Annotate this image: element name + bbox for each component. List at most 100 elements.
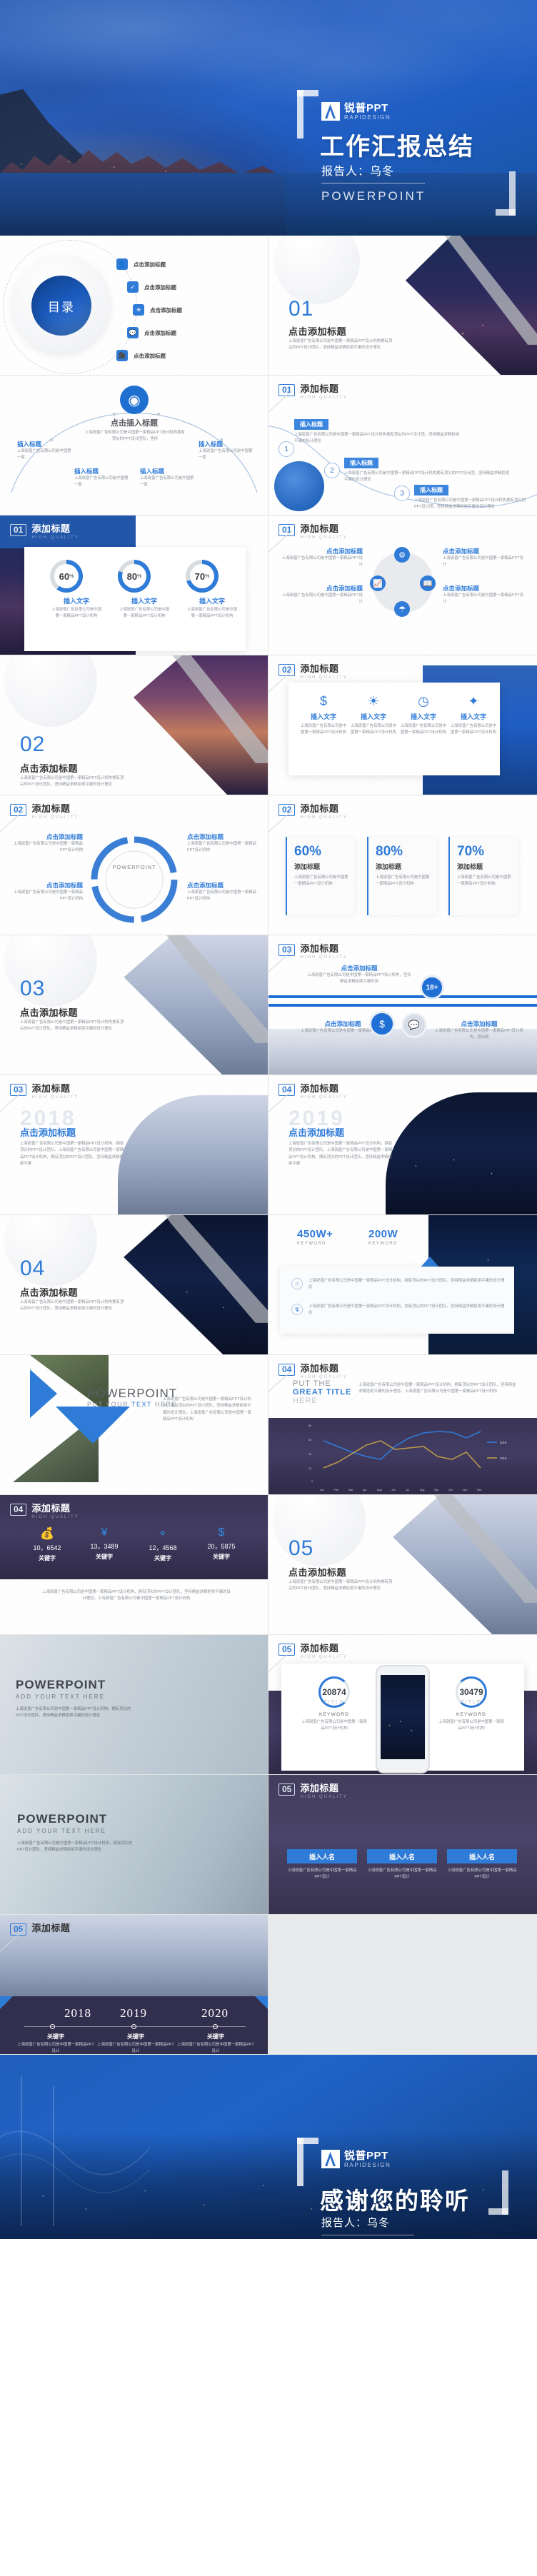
phone-screen-photo bbox=[381, 1675, 425, 1759]
ending-slide[interactable]: 锐普PPT RAPIDESIGN 感谢您的聆听 报告人：乌冬 POWERPOIN… bbox=[0, 2055, 537, 2239]
timeline-item-1[interactable]: 点击添加标题 上海锐普广告有限公司是中国第一家精品PPT设计机构，坚持精益求精拒… bbox=[306, 964, 413, 986]
svg-text:Okt: Okt bbox=[448, 1489, 453, 1491]
slide-numbered-list[interactable]: 01 添加标题 HIGH QUALITY 1 2 3 插入标题 上海锐普广告有限… bbox=[268, 376, 537, 515]
slide-year-2018[interactable]: 03 添加标题 HIGH QUALITY 2018 点击添加标题 上海锐普广告有… bbox=[0, 1075, 268, 1215]
percent-card-3[interactable]: 70% 添加标题 上海锐普广告有限公司是中国第一家精品PPT设计机构 bbox=[448, 837, 518, 915]
kpi-bullet-2[interactable]: ↯ 上海锐普广告有限公司是中国第一家精品PPT设计机构，拥有顶尖的PPT设计团队… bbox=[291, 1304, 506, 1317]
slide-arc-diagram[interactable]: ◉ 点击插入标题 上海锐普广告有限公司是中国第一家精品PPT设计机构拥有顶尖的P… bbox=[0, 376, 268, 515]
slide-ring-diagram[interactable]: 02 添加标题 HIGH QUALITY POWERPOINT 点击添加标题 上… bbox=[0, 795, 268, 935]
slide-persons[interactable]: 05 添加标题 HIGH QUALITY 插入人名 插入人名 插入人名 上海锐普… bbox=[268, 1775, 537, 1915]
slide-header: 04 添加标题 HIGH QUALITY bbox=[268, 1364, 348, 1396]
slide-section-03[interactable]: 03 点击添加标题 上海锐普广告有限公司是中国第一家精品PPT设计机构拥有顶尖的… bbox=[0, 935, 268, 1075]
toc-item-3[interactable]: ☀ 点击添加标题 bbox=[133, 304, 182, 316]
ring-node-4[interactable]: 点击添加标题 上海锐普广告有限公司是中国第一家精品PPT设计机构 bbox=[187, 881, 259, 903]
slide-header: 02 添加标题 HIGH QUALITY bbox=[268, 804, 348, 836]
ring-node-3[interactable]: 点击添加标题 上海锐普广告有限公司是中国第一家精品PPT设计机构 bbox=[187, 832, 259, 855]
card-body: 上海锐普广告有限公司是中国第一家精品PPT设计机构 bbox=[457, 875, 511, 887]
svg-text:Mar: Mar bbox=[348, 1489, 353, 1491]
percent-card-2[interactable]: 80% 添加标题 上海锐普广告有限公司是中国第一家精品PPT设计机构 bbox=[367, 837, 437, 915]
arc-node-1[interactable]: 插入标题 上海锐普广告有限公司是中国第一家 bbox=[17, 440, 71, 462]
timeline-item-3[interactable]: 点击添加标题 上海锐普广告有限公司是中国第一家精品PPT设计机构，坚持精 bbox=[431, 1020, 527, 1042]
section-title: 点击添加标题 bbox=[20, 763, 79, 774]
slide-section-05[interactable]: 05 点击添加标题 上海锐普广告有限公司是中国第一家精品PPT设计机构拥有顶尖的… bbox=[268, 1495, 537, 1635]
card-value: 70% bbox=[457, 844, 485, 859]
percent-card-1[interactable]: 60% 添加标题 上海锐普广告有限公司是中国第一家精品PPT设计机构 bbox=[286, 837, 356, 915]
toc-item-4[interactable]: 💬 点击添加标题 bbox=[127, 327, 176, 338]
slide-line-chart[interactable]: 04 添加标题 HIGH QUALITY PUT THE GREAT TITLE… bbox=[268, 1355, 537, 1495]
slide-kpi[interactable]: 450W+ KEYWORD 200W KEYWORD ☝ 上海锐普广告有限公司是… bbox=[268, 1215, 537, 1355]
slide-percent-cards[interactable]: 02 添加标题 HIGH QUALITY 60% 添加标题 上海锐普广告有限公司… bbox=[268, 795, 537, 935]
icon-item-1[interactable]: $ 插入文字 上海锐普广告有限公司是中国第一家精品PPT设计机构 bbox=[300, 694, 347, 737]
umbrella-icon[interactable]: ☂ bbox=[394, 601, 410, 617]
toc-item-1[interactable]: 👤 点击添加标题 bbox=[116, 258, 166, 270]
slide-ppt-banner[interactable]: POWERPOINT ADD YOUR TEXT HERE 上海锐普广告有限公司… bbox=[0, 1635, 268, 1775]
slide-timeline[interactable]: 03 添加标题 HIGH QUALITY 点击添加标题 上海锐普广告有限公司是中… bbox=[268, 935, 537, 1075]
arc-node-2[interactable]: 插入标题 上海锐普广告有限公司是中国第一家 bbox=[74, 467, 129, 489]
corner-bracket-decoration bbox=[488, 2170, 508, 2215]
toc-item-5[interactable]: 🎥 点击添加标题 bbox=[116, 350, 166, 361]
cover-slide[interactable]: 锐普PPT RAPIDESIGN 工作汇报总结 报告人：乌冬 POWERPOIN… bbox=[0, 0, 537, 236]
stat-label: 关键字 bbox=[39, 1555, 56, 1561]
slide-donut-charts[interactable]: 01 添加标题 HIGH QUALITY 60% 插入文字 上海锐普广告有限公司… bbox=[0, 515, 268, 655]
year-body: 上海锐普广告有限公司是中国第一家精品PPT设计 bbox=[17, 2043, 94, 2054]
node-body: 上海锐普广告有限公司是中国第一家精品PPT设计机构 bbox=[187, 890, 257, 902]
person-badge-3[interactable]: 插入人名 bbox=[447, 1849, 517, 1863]
axis-dot-3 bbox=[213, 2024, 218, 2029]
ring-body: 上海锐普广告有限公司是中国第一家精品PPT设计机构 bbox=[301, 1720, 367, 1731]
support-24-icon: ◷ bbox=[418, 694, 429, 708]
gear-icon[interactable]: ⚙ bbox=[394, 547, 410, 563]
slide-section-01[interactable]: 01 点击添加标题 上海锐普广告有限公司是中国第一家精品PPT设计机构拥有顶尖的… bbox=[268, 236, 537, 376]
slide-table-of-contents[interactable]: 目录 👤 点击添加标题 ✓ 点击添加标题 ☀ 点击添加标题 💬 点击添加标题 🎥… bbox=[0, 236, 268, 376]
slide-powerpoint-triangles[interactable]: POWERPOINT PUT YOUR TEXT HERE 上海锐普广告有限公司… bbox=[0, 1355, 268, 1495]
stat-item-1: 💰 10，6542 关键字 bbox=[17, 1526, 77, 1562]
slide-section-04[interactable]: 04 点击添加标题 上海锐普广告有限公司是中国第一家精品PPT设计机构拥有顶尖的… bbox=[0, 1215, 268, 1355]
cluster-node-4[interactable]: 点击添加标题 上海锐普广告有限公司是中国第一家精品PPT设计 bbox=[443, 584, 526, 606]
person-badge-1[interactable]: 插入人名 bbox=[287, 1849, 357, 1863]
header-title: 添加标题 bbox=[300, 1083, 339, 1094]
item-body: 上海锐普广告有限公司是中国第一家精品PPT设计机构 bbox=[400, 724, 447, 735]
section-title: 点击添加标题 bbox=[288, 326, 347, 337]
list-item-2[interactable]: 插入标题 上海锐普广告有限公司是中国第一家精品PPT设计机构拥有顶尖的PPT设计… bbox=[344, 456, 513, 484]
bullet-body: 上海锐普广告有限公司是中国第一家精品PPT设计机构，拥有顶尖的PPT设计团队，坚… bbox=[308, 1304, 505, 1316]
kpi-bullet-1[interactable]: ☝ 上海锐普广告有限公司是中国第一家精品PPT设计机构，拥有顶尖的PPT设计团队… bbox=[291, 1278, 506, 1292]
slide-year-timeline[interactable]: 05 添加标题 2018 2019 2020 关键字 上海锐普广告有限公司是中国… bbox=[0, 1915, 268, 2055]
slide-section-02[interactable]: 02 点击添加标题 上海锐普广告有限公司是中国第一家精品PPT设计机构拥有顶尖的… bbox=[0, 655, 268, 795]
donut-group-3[interactable]: 70% 插入文字 上海锐普广告有限公司是中国第一家精品PPT设计机构 bbox=[186, 560, 239, 620]
slide-thumbnail-grid: 目录 👤 点击添加标题 ✓ 点击添加标题 ☀ 点击添加标题 💬 点击添加标题 🎥… bbox=[0, 236, 537, 2055]
chart-title-a: PUT THE bbox=[293, 1379, 331, 1388]
cluster-node-1[interactable]: 点击添加标题 上海锐普广告有限公司是中国第一家精品PPT设计 bbox=[280, 547, 363, 569]
icon-item-2[interactable]: ☀ 插入文字 上海锐普广告有限公司是中国第一家精品PPT设计机构 bbox=[350, 694, 397, 737]
arc-node-4[interactable]: 插入标题 上海锐普广告有限公司是中国第一家 bbox=[199, 440, 253, 462]
slide-phone-stats[interactable]: 05 添加标题 HIGH QUALITY 20874 TITLE KEYWORD… bbox=[268, 1635, 537, 1775]
person-badge-2[interactable]: 插入人名 bbox=[367, 1849, 437, 1863]
slide-ppt-people[interactable]: POWERPOINT ADD YOUR TEXT HERE 上海锐普广告有限公司… bbox=[0, 1775, 268, 1915]
book-icon[interactable]: 📖 bbox=[420, 575, 436, 591]
cluster-node-3[interactable]: 点击添加标题 上海锐普广告有限公司是中国第一家精品PPT设计 bbox=[443, 547, 526, 569]
chart-title-block: PUT THE GREAT TITLE HERE bbox=[293, 1379, 351, 1405]
slide-dark-stats[interactable]: 04 添加标题 HIGH QUALITY 💰 10，6542 关键字 ¥ 13，… bbox=[0, 1495, 268, 1635]
ring-node-1[interactable]: 点击添加标题 上海锐普广告有限公司是中国第一家精品PPT设计机构 bbox=[11, 832, 83, 855]
node-title: 点击添加标题 bbox=[326, 585, 363, 592]
arc-node-3[interactable]: 插入标题 上海锐普广告有限公司是中国第一家 bbox=[140, 467, 194, 489]
ring-node-2[interactable]: 点击添加标题 上海锐普广告有限公司是中国第一家精品PPT设计机构 bbox=[11, 881, 83, 903]
slide-year-2019[interactable]: 04 添加标题 HIGH QUALITY 2019 点击添加标题 上海锐普广告有… bbox=[268, 1075, 537, 1215]
svg-text:Apr: Apr bbox=[363, 1489, 367, 1491]
slide-blank[interactable] bbox=[268, 1915, 537, 2055]
donut-group-2[interactable]: 80% 插入文字 上海锐普广告有限公司是中国第一家精品PPT设计机构 bbox=[118, 560, 171, 620]
list-item-3[interactable]: 插入标题 上海锐普广告有限公司是中国第一家精品PPT设计机构拥有顶尖的PPT设计… bbox=[414, 483, 533, 511]
item-title: 点击添加标题 bbox=[461, 1020, 498, 1027]
donut-group-1[interactable]: 60% 插入文字 上海锐普广告有限公司是中国第一家精品PPT设计机构 bbox=[50, 560, 103, 620]
section-desc: 上海锐普广告有限公司是中国第一家精品PPT设计机构拥有顶尖的PPT设计团队，坚持… bbox=[20, 1020, 124, 1032]
cluster-node-2[interactable]: 点击添加标题 上海锐普广告有限公司是中国第一家精品PPT设计 bbox=[280, 584, 363, 606]
icon-item-4[interactable]: ✦ 插入文字 上海锐普广告有限公司是中国第一家精品PPT设计机构 bbox=[450, 694, 497, 737]
node-title: 点击添加标题 bbox=[46, 882, 83, 889]
chart-icon[interactable]: 📈 bbox=[370, 575, 386, 591]
donut-title: 插入文字 bbox=[131, 598, 157, 605]
icon-item-3[interactable]: ◷ 插入文字 上海锐普广告有限公司是中国第一家精品PPT设计机构 bbox=[400, 694, 447, 737]
chart-desc: 上海锐普广告有限公司是中国第一家精品PPT设计机构，拥有顶尖的PPT设计团队，坚… bbox=[358, 1383, 516, 1394]
toc-item-2[interactable]: ✓ 点击添加标题 bbox=[127, 281, 176, 293]
slide-four-icons[interactable]: 02 添加标题 HIGH QUALITY $ 插入文字 上海锐普广告有限公司是中… bbox=[268, 655, 537, 795]
banner-body: 上海锐普广告有限公司是中国第一家精品PPT设计机构，拥有顶尖的PPT设计团队，坚… bbox=[17, 1841, 133, 1853]
list-item-1[interactable]: 插入标题 上海锐普广告有限公司是中国第一家精品PPT设计机构拥有顶尖的PPT设计… bbox=[294, 417, 463, 446]
slide-icon-cluster[interactable]: 01 添加标题 HIGH QUALITY ⚙ 📈 📖 ☂ 点击添加标题 上海锐普… bbox=[268, 515, 537, 655]
